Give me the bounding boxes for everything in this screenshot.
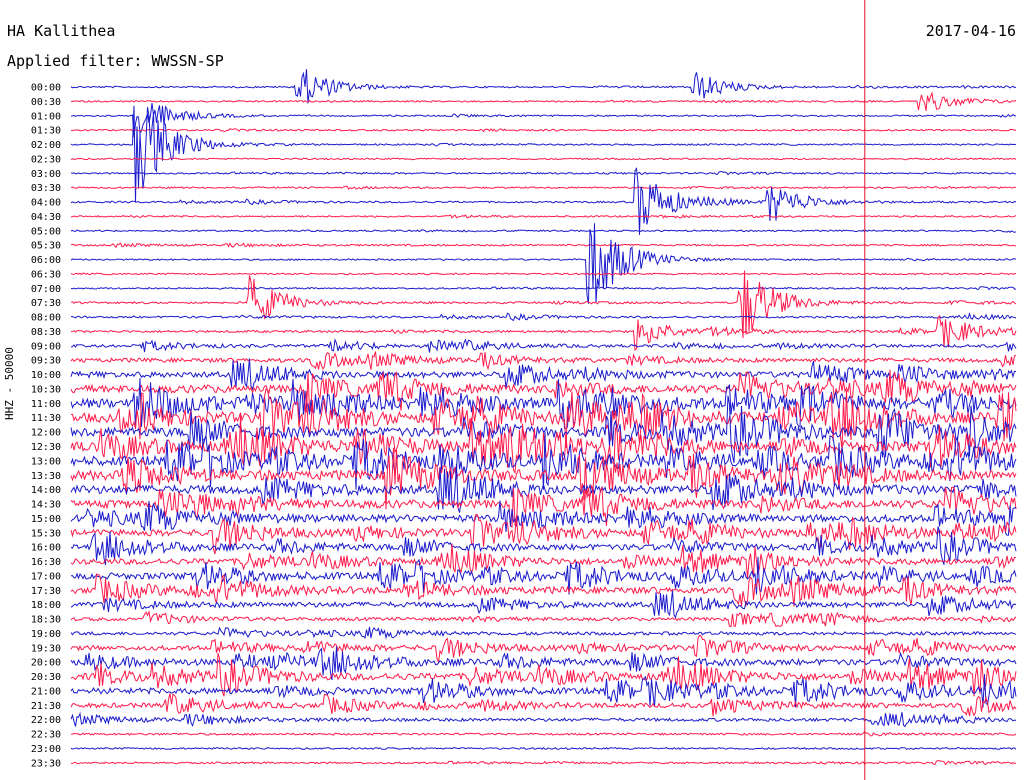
row-label-0930: 09:30 xyxy=(31,356,61,367)
row-label-2230: 22:30 xyxy=(31,730,61,741)
row-label-1600: 16:00 xyxy=(31,543,61,554)
trace-row-0500 xyxy=(70,229,1017,233)
trace-row-2300 xyxy=(70,747,1017,750)
row-label-1000: 10:00 xyxy=(31,370,61,381)
trace-row-1000 xyxy=(70,358,1017,391)
trace-row-0230 xyxy=(70,157,1017,161)
trace-row-2130 xyxy=(70,693,1017,717)
seismic-traces xyxy=(70,69,1017,766)
row-label-0430: 04:30 xyxy=(31,212,61,223)
trace-row-0800 xyxy=(70,312,1017,322)
row-label-0000: 00:00 xyxy=(31,83,61,94)
trace-row-2100 xyxy=(70,674,1017,708)
row-label-0400: 04:00 xyxy=(31,198,61,209)
row-label-1130: 11:30 xyxy=(31,413,61,424)
row-label-1330: 13:30 xyxy=(31,471,61,482)
row-label-0530: 05:30 xyxy=(31,241,61,252)
row-label-2200: 22:00 xyxy=(31,715,61,726)
trace-row-2200 xyxy=(70,711,1017,728)
row-label-0100: 01:00 xyxy=(31,111,61,122)
row-label-1630: 16:30 xyxy=(31,557,61,568)
row-label-0900: 09:00 xyxy=(31,341,61,352)
trace-row-1730 xyxy=(70,573,1017,608)
trace-row-0600 xyxy=(70,223,1017,304)
row-label-2100: 21:00 xyxy=(31,686,61,697)
row-label-2030: 20:30 xyxy=(31,672,61,683)
row-label-1930: 19:30 xyxy=(31,643,61,654)
trace-row-0530 xyxy=(70,242,1017,249)
trace-row-0400 xyxy=(70,167,1017,235)
trace-row-1900 xyxy=(70,626,1017,640)
trace-row-1830 xyxy=(70,610,1017,628)
trace-row-0900 xyxy=(70,338,1017,353)
row-label-0330: 03:30 xyxy=(31,183,61,194)
trace-row-0930 xyxy=(70,351,1017,371)
trace-row-0030 xyxy=(70,91,1017,111)
row-label-1400: 14:00 xyxy=(31,485,61,496)
row-label-2300: 23:00 xyxy=(31,744,61,755)
trace-row-0430 xyxy=(70,214,1017,219)
row-label-1030: 10:30 xyxy=(31,384,61,395)
row-label-2130: 21:30 xyxy=(31,701,61,712)
row-label-1830: 18:30 xyxy=(31,615,61,626)
trace-row-1930 xyxy=(70,634,1017,664)
row-label-1800: 18:00 xyxy=(31,600,61,611)
trace-row-1800 xyxy=(70,590,1017,619)
row-label-1200: 12:00 xyxy=(31,428,61,439)
row-label-1230: 12:30 xyxy=(31,442,61,453)
row-label-0130: 01:30 xyxy=(31,126,61,137)
trace-row-0130 xyxy=(70,128,1017,133)
trace-row-1200 xyxy=(70,395,1017,463)
trace-row-0100 xyxy=(70,102,1017,138)
row-label-1730: 17:30 xyxy=(31,586,61,597)
row-label-0300: 03:00 xyxy=(31,169,61,180)
trace-row-1030 xyxy=(70,369,1017,413)
row-label-0230: 02:30 xyxy=(31,154,61,165)
row-label-0800: 08:00 xyxy=(31,313,61,324)
row-label-1430: 14:30 xyxy=(31,500,61,511)
trace-row-0000 xyxy=(70,69,1017,104)
row-label-0200: 02:00 xyxy=(31,140,61,151)
row-label-0500: 05:00 xyxy=(31,226,61,237)
row-label-2000: 20:00 xyxy=(31,658,61,669)
row-labels: 00:00 00:30 01:00 01:30 02:00 02:30 03:00 03:30… xyxy=(31,83,61,770)
trace-row-0330 xyxy=(70,185,1017,190)
trace-row-2330 xyxy=(71,760,1017,766)
trace-row-0830 xyxy=(70,314,1017,351)
helicorder-plot: 00:00 00:30 01:00 01:30 02:00 02:30 03:00 03:30… xyxy=(31,0,1017,780)
row-label-0630: 06:30 xyxy=(31,269,61,280)
row-label-1500: 15:00 xyxy=(31,514,61,525)
trace-row-0300 xyxy=(70,171,1017,176)
trace-row-2230 xyxy=(70,731,1017,737)
row-label-0030: 00:30 xyxy=(31,97,61,108)
row-label-2330: 23:30 xyxy=(31,758,61,769)
row-label-1530: 15:30 xyxy=(31,528,61,539)
row-label-0700: 07:00 xyxy=(31,284,61,295)
row-label-0830: 08:30 xyxy=(31,327,61,338)
row-label-1900: 19:00 xyxy=(31,629,61,640)
trace-row-0630 xyxy=(70,272,1017,276)
row-label-1300: 13:00 xyxy=(31,456,61,467)
trace-row-0730 xyxy=(70,270,1017,339)
row-label-1100: 11:00 xyxy=(31,399,61,410)
trace-row-0700 xyxy=(70,286,1016,291)
row-label-1700: 17:00 xyxy=(31,571,61,582)
row-label-0600: 06:00 xyxy=(31,255,61,266)
row-label-0730: 07:30 xyxy=(31,298,61,309)
